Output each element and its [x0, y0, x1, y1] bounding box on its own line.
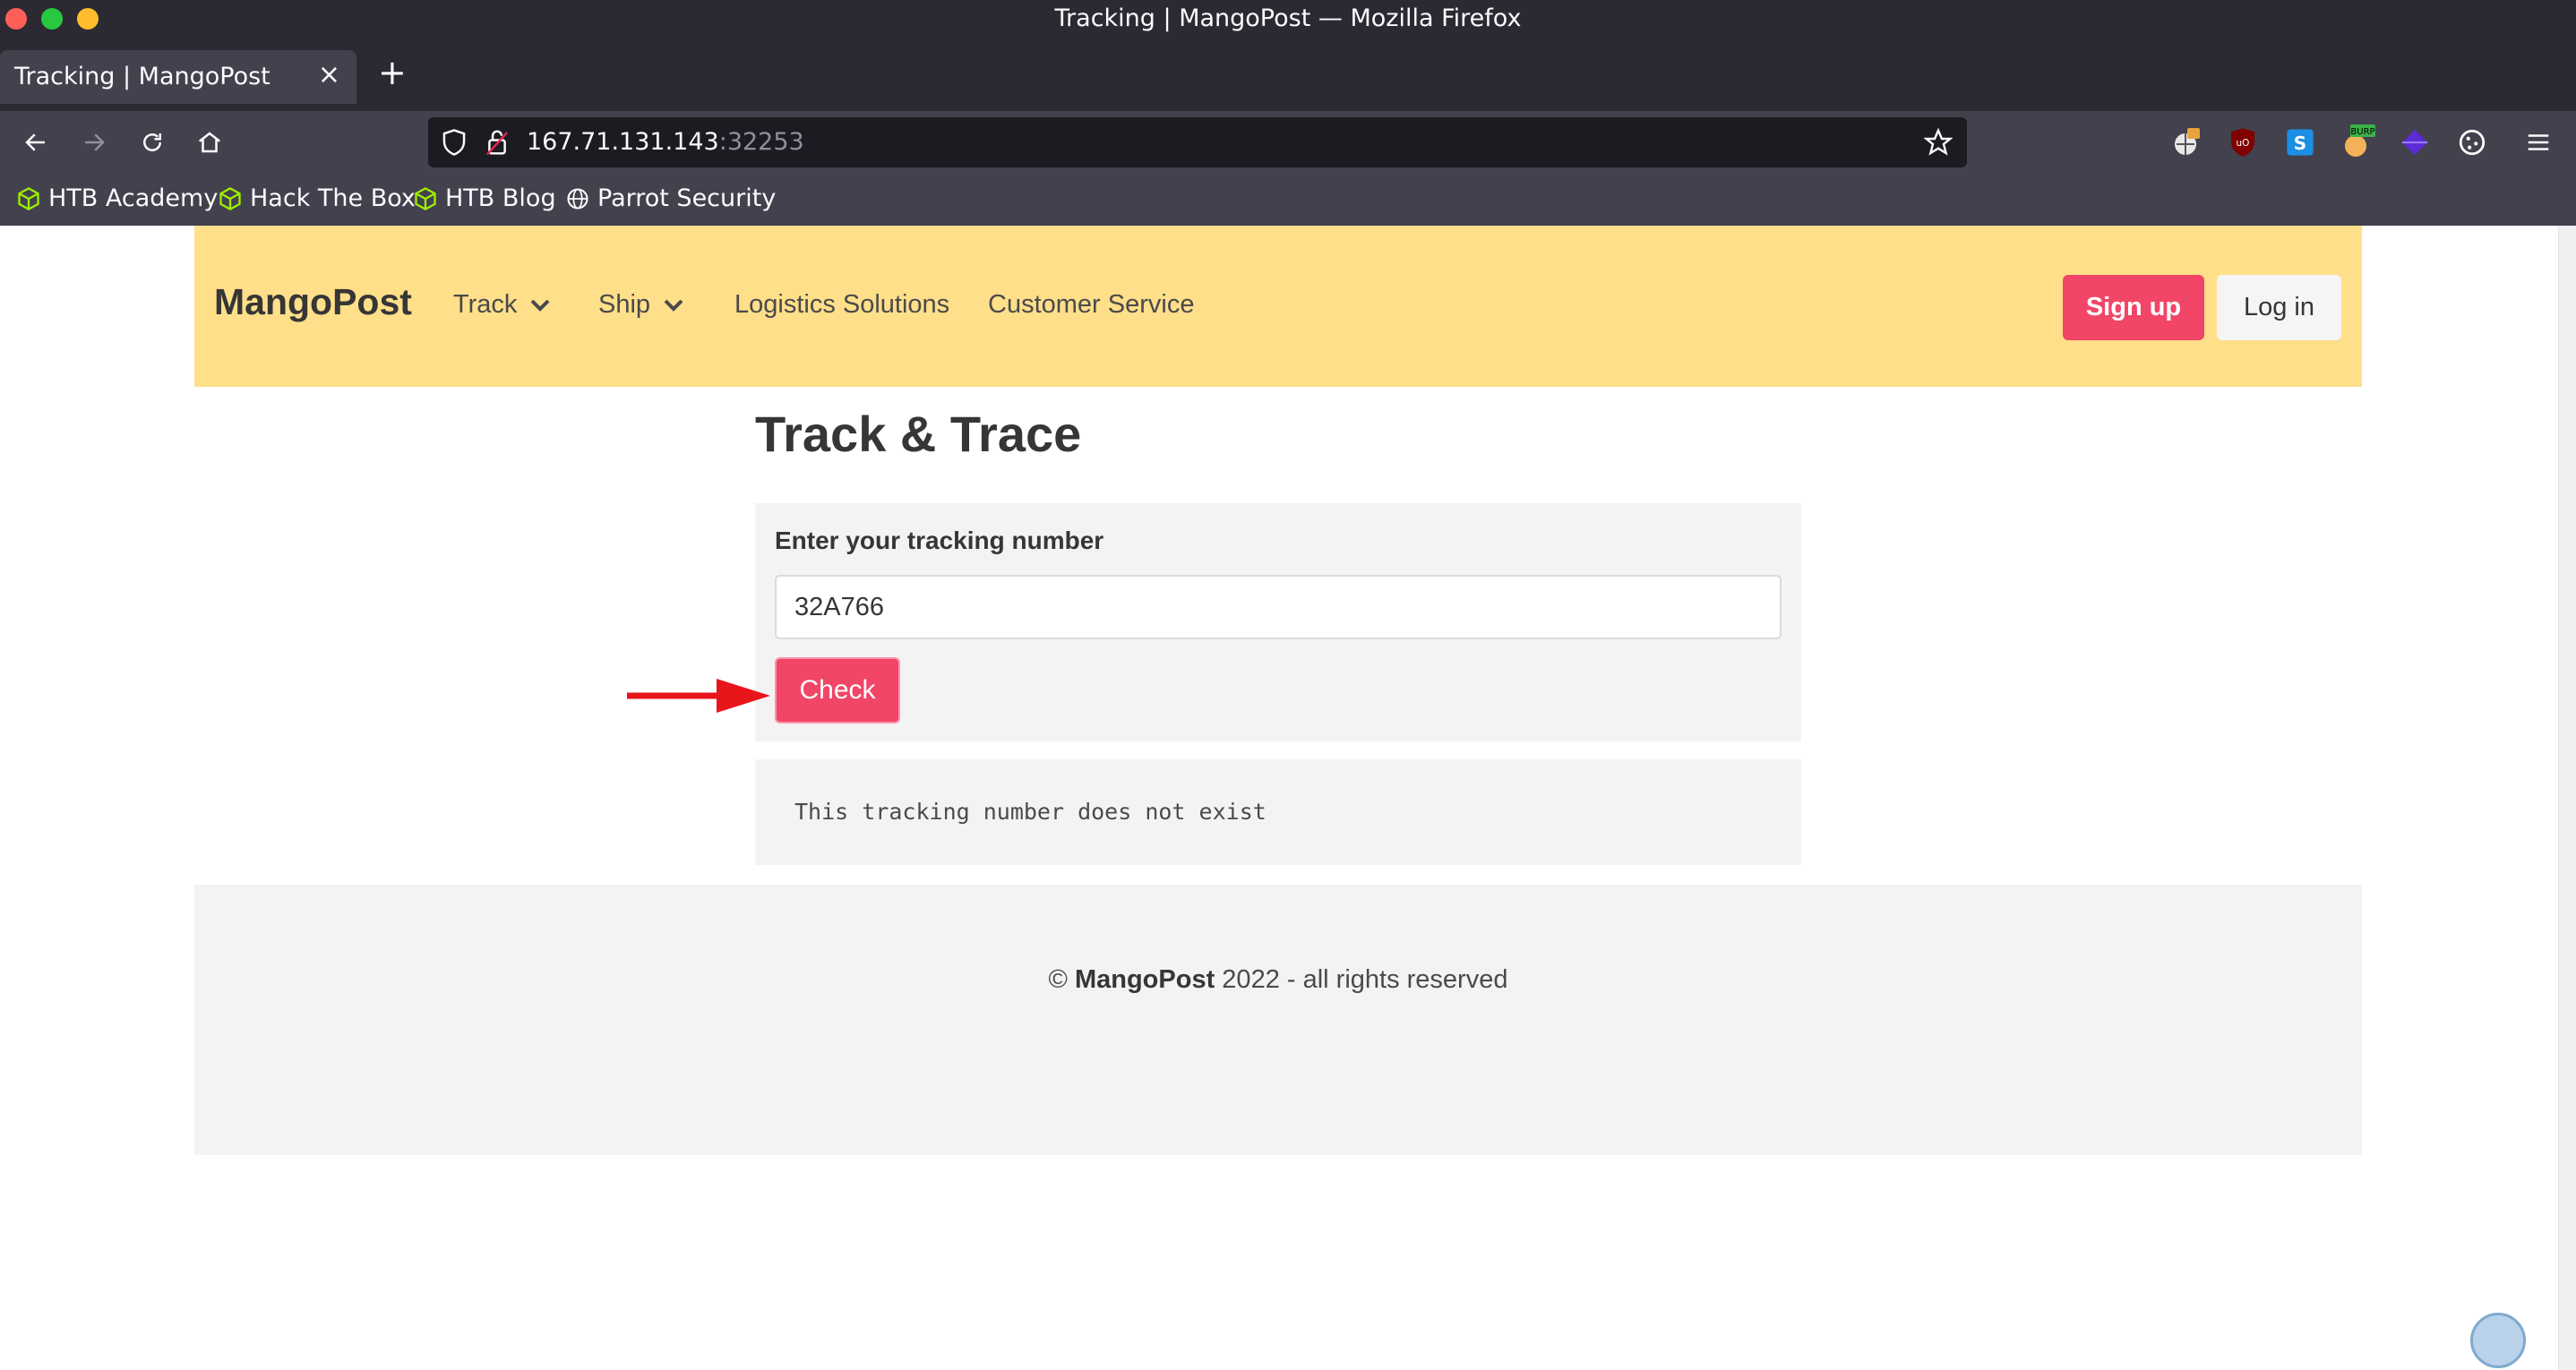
- purple-cube-icon[interactable]: [2397, 124, 2433, 160]
- chevron-down-icon: [664, 299, 683, 312]
- nav-ship-label: Ship: [598, 290, 651, 319]
- clipboard-icon[interactable]: [2470, 1313, 2526, 1368]
- bookmark-parrot-security[interactable]: Parrot Security: [565, 184, 776, 212]
- tab-bar: Tracking | MangoPost × +: [0, 39, 2576, 111]
- home-icon: [198, 132, 221, 153]
- burp-badge-icon[interactable]: BURP: [2340, 124, 2375, 160]
- annotation-arrow-icon: [627, 679, 770, 713]
- bookmark-label: Parrot Security: [597, 184, 777, 212]
- bookmark-star-icon[interactable]: [1924, 128, 1953, 157]
- navigation-toolbar: 167.71.131.143:32253 uO S BURP: [0, 111, 2576, 174]
- signup-button[interactable]: Sign up: [2063, 275, 2204, 340]
- tracking-result: This tracking number does not exist: [755, 759, 1801, 865]
- bookmark-label: HTB Academy: [48, 184, 219, 212]
- insecure-lock-icon[interactable]: [484, 128, 511, 157]
- nav-ship-dropdown[interactable]: Ship: [598, 290, 684, 320]
- htb-cube-icon: [18, 186, 39, 210]
- check-button[interactable]: Check: [775, 657, 900, 724]
- tab-tracking[interactable]: Tracking | MangoPost ×: [0, 50, 356, 104]
- bookmark-label: HTB Blog: [445, 184, 556, 212]
- nav-track-dropdown[interactable]: Track: [453, 290, 551, 320]
- footer-copyright: © MangoPost 2022 - all rights reserved: [194, 965, 2362, 995]
- home-button[interactable]: [187, 120, 232, 165]
- tracking-number-input[interactable]: [775, 575, 1782, 639]
- tab-close-icon[interactable]: ×: [318, 59, 340, 90]
- url-text[interactable]: 167.71.131.143:32253: [527, 128, 804, 156]
- nav-logistics-solutions[interactable]: Logistics Solutions: [734, 290, 949, 320]
- svg-text:BURP: BURP: [2350, 127, 2374, 137]
- svg-text:uO: uO: [2237, 138, 2250, 149]
- brand-logo[interactable]: MangoPost: [214, 281, 412, 323]
- page-title: Track & Trace: [755, 406, 1082, 462]
- tab-title: Tracking | MangoPost: [14, 63, 270, 90]
- bookmark-htb-academy[interactable]: HTB Academy: [16, 184, 218, 212]
- bookmark-label: Hack The Box: [250, 184, 416, 212]
- site-footer: © MangoPost 2022 - all rights reserved: [194, 885, 2362, 1155]
- chevron-down-icon: [531, 299, 550, 312]
- tracking-number-label: Enter your tracking number: [775, 527, 1104, 554]
- burp-proxy-icon[interactable]: [2168, 124, 2203, 160]
- tracking-form: Enter your tracking number Check: [755, 503, 1801, 741]
- window-titlebar: Tracking | MangoPost — Mozilla Firefox: [0, 0, 2576, 39]
- svg-text:S: S: [2294, 133, 2306, 154]
- bookmark-htb-blog[interactable]: HTB Blog: [413, 184, 556, 212]
- url-host: 167.71.131.143: [527, 128, 719, 156]
- back-arrow-icon: [25, 133, 45, 151]
- bookmarks-toolbar: HTB Academy Hack The Box HTB Blog Parrot…: [0, 174, 2576, 226]
- shield-icon[interactable]: [441, 128, 468, 157]
- cookie-icon[interactable]: [2454, 124, 2490, 160]
- s-extension-icon[interactable]: S: [2282, 124, 2318, 160]
- result-message: This tracking number does not exist: [794, 799, 1267, 825]
- url-bar[interactable]: 167.71.131.143:32253: [428, 117, 1967, 167]
- forward-arrow-icon: [85, 133, 105, 151]
- htb-cube-icon: [415, 186, 436, 210]
- footer-prefix: ©: [1048, 965, 1075, 994]
- bookmark-hack-the-box[interactable]: Hack The Box: [218, 184, 416, 212]
- url-port: :32253: [718, 128, 804, 156]
- back-button[interactable]: [13, 120, 58, 165]
- ublock-icon[interactable]: uO: [2225, 124, 2261, 160]
- nav-customer-service[interactable]: Customer Service: [988, 290, 1194, 320]
- reload-button[interactable]: [130, 120, 175, 165]
- site-navbar: MangoPost Track Ship Logistics Solutions…: [194, 226, 2362, 387]
- nav-track-label: Track: [453, 290, 518, 319]
- forward-button[interactable]: [72, 120, 116, 165]
- htb-cube-icon: [219, 186, 241, 210]
- window-title: Tracking | MangoPost — Mozilla Firefox: [1054, 4, 1522, 32]
- page-scrollbar[interactable]: [2558, 226, 2576, 1370]
- globe-icon: [567, 187, 588, 210]
- footer-brand: MangoPost: [1074, 965, 1215, 994]
- login-button[interactable]: Log in: [2217, 275, 2341, 340]
- footer-suffix: 2022 - all rights reserved: [1215, 965, 1508, 994]
- new-tab-button[interactable]: +: [378, 55, 407, 90]
- hamburger-menu-icon[interactable]: [2520, 124, 2556, 160]
- reload-icon: [143, 133, 161, 151]
